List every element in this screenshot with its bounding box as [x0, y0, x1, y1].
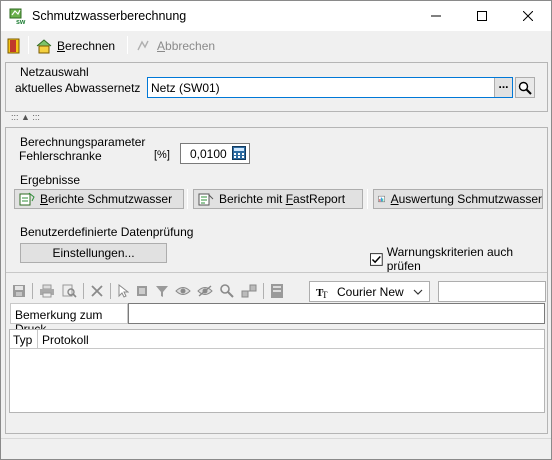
- bemerkung-label-cell: Bemerkung zum Druck: [10, 303, 128, 336]
- minimize-button[interactable]: [413, 1, 459, 31]
- calculator-icon: [232, 146, 246, 160]
- berechnen-button[interactable]: Berechnen: [36, 36, 115, 56]
- abwassernetz-browse-button[interactable]: ...: [494, 78, 512, 97]
- checkbox-checked-icon: [370, 252, 383, 266]
- fastreport-accel: F: [285, 192, 294, 206]
- splitter-grip[interactable]: ::: ▲ :::: [11, 112, 40, 122]
- toolbar-separator: [110, 283, 111, 299]
- close-button[interactable]: [505, 1, 551, 31]
- abbrechen-button[interactable]: Abbrechen: [136, 36, 215, 56]
- app-icon: sw: [9, 7, 27, 26]
- report-icon: [19, 192, 35, 206]
- toolbar-separator: [32, 283, 33, 299]
- auswertung-schmutzwasser-button[interactable]: Auswertung Schmutzwasser: [373, 189, 543, 209]
- font-name-select[interactable]: T T Courier New: [309, 281, 430, 302]
- berichte-label: erichte Schmutzwasser: [48, 192, 173, 206]
- font-size-field[interactable]: [438, 281, 546, 302]
- status-bar: [1, 438, 551, 459]
- search-filter-icon[interactable]: [219, 283, 235, 299]
- svg-text:sw: sw: [16, 19, 26, 25]
- font-name-value: Courier New: [337, 285, 404, 299]
- section-divider: [6, 272, 547, 273]
- abwassernetz-label: aktuelles Abwassernetz: [15, 81, 141, 95]
- auswertung-label: uswertung Schmutzwasser: [398, 192, 542, 206]
- exit-door-icon: [7, 38, 20, 54]
- calculator-button[interactable]: [232, 146, 246, 163]
- parameter-group-label: Berechnungsparameter: [20, 135, 146, 149]
- pruefung-group-label: Benutzerdefinierte Datenprüfung: [20, 225, 194, 239]
- maximize-icon: [477, 11, 487, 21]
- show-icon[interactable]: [175, 284, 191, 298]
- einstellungen-button[interactable]: Einstellungen...: [20, 243, 167, 263]
- chart-report-icon: [378, 195, 385, 203]
- close-icon: [522, 10, 534, 22]
- fastreport-label-pre: Berichte mit: [219, 192, 286, 206]
- toolbar-separator: [263, 283, 264, 299]
- print-icon[interactable]: [39, 284, 55, 298]
- warnungskriterien-label: Warnungskriterien auch prüfen: [386, 245, 514, 273]
- berichte-schmutzwasser-button[interactable]: Berichte Schmutzwasser: [14, 189, 184, 209]
- fastreport-icon: [198, 193, 214, 206]
- calculate-icon: [36, 39, 52, 54]
- stop-icon[interactable]: [135, 284, 149, 298]
- toolbar-separator: [127, 36, 128, 54]
- toolbar-separator: [28, 36, 29, 54]
- fehlerschranke-value: 0,0100: [190, 147, 227, 161]
- column-divider: [37, 330, 38, 349]
- maximize-button[interactable]: [459, 1, 505, 31]
- berichte-accel: B: [40, 192, 49, 206]
- berechnen-accel: B: [57, 39, 66, 53]
- netz-search-button[interactable]: [515, 77, 535, 98]
- editor-toolbar: [12, 281, 284, 301]
- fastreport-button[interactable]: Berichte mit FastReport: [193, 189, 363, 209]
- chevron-down-icon: [413, 289, 423, 295]
- warnungskriterien-checkbox[interactable]: Warnungskriterien auch prüfen: [370, 245, 547, 273]
- fehlerschranke-label: Fehlerschranke: [19, 149, 102, 163]
- filter-icon[interactable]: [155, 284, 169, 298]
- minimize-icon: [431, 15, 441, 17]
- button-separator: [367, 189, 368, 209]
- toolbar-separator: [83, 283, 84, 299]
- pointer-icon[interactable]: [117, 284, 129, 298]
- search-icon: [518, 81, 532, 95]
- abbrechen-label: bbrechen: [165, 39, 216, 53]
- column-header-typ[interactable]: Typ: [13, 333, 32, 347]
- ergebnisse-group-label: Ergebnisse: [20, 173, 81, 187]
- berechnen-label: erechnen: [65, 39, 116, 53]
- protokoll-table[interactable]: Typ Protokoll: [9, 329, 545, 413]
- abbrechen-accel: A: [157, 39, 166, 53]
- network-icon[interactable]: [241, 283, 257, 299]
- truetype-font-icon: T T: [316, 287, 328, 299]
- fehlerschranke-field[interactable]: 0,0100: [180, 143, 250, 164]
- main-toolbar: Berechnen Abbrechen: [1, 32, 551, 59]
- dialog-window: sw Schmutzwasserberechnung Berechnen Abb…: [0, 0, 552, 460]
- auswertung-accel: A: [390, 192, 399, 206]
- bemerkung-input[interactable]: [128, 303, 545, 324]
- title-bar: sw Schmutzwasserberechnung: [1, 1, 551, 31]
- save-icon[interactable]: [12, 284, 26, 298]
- column-header-protokoll[interactable]: Protokoll: [42, 333, 89, 347]
- svg-text:T: T: [322, 290, 328, 299]
- window-title: Schmutzwasserberechnung: [32, 9, 187, 23]
- exit-button[interactable]: [7, 36, 21, 56]
- netzauswahl-group-label: Netzauswahl: [20, 65, 89, 79]
- print-preview-icon[interactable]: [61, 284, 77, 298]
- abwassernetz-field[interactable]: Netz (SW01) ...: [147, 77, 513, 98]
- table-header: Typ Protokoll: [10, 330, 544, 349]
- netzauswahl-panel: Netzauswahl aktuelles Abwassernetz Netz …: [5, 62, 548, 112]
- document-icon[interactable]: [270, 283, 284, 299]
- hide-icon[interactable]: [197, 284, 213, 298]
- fastreport-label-rest: astReport: [293, 192, 346, 206]
- delete-icon[interactable]: [90, 284, 104, 298]
- button-separator: [187, 189, 188, 209]
- fehlerschranke-unit: [%]: [154, 149, 170, 161]
- cancel-run-icon: [137, 40, 149, 51]
- abwassernetz-value: Netz (SW01): [151, 81, 220, 95]
